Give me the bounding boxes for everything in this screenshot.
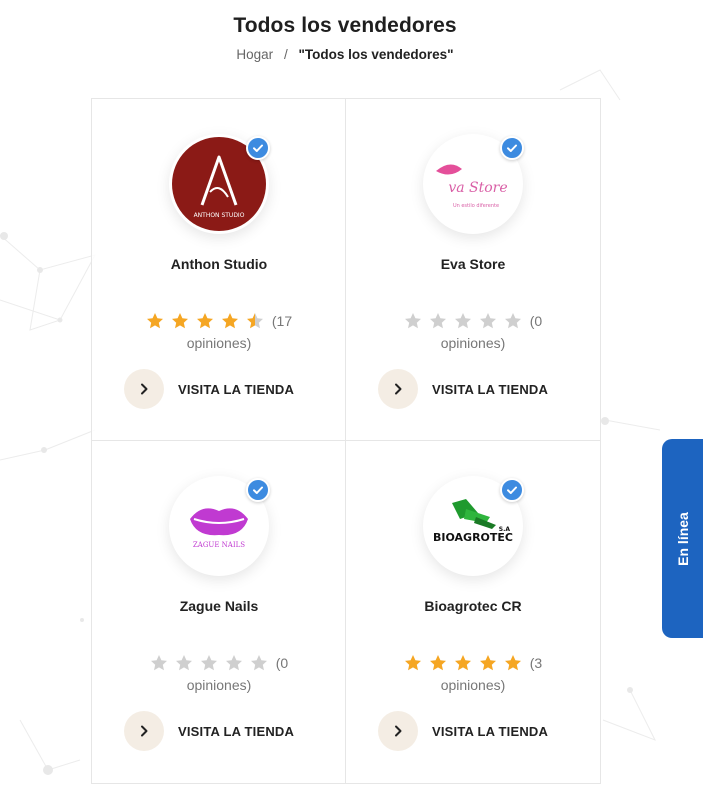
vendor-grid: ANTHON STUDIO Anthon Studio (17 opinione… xyxy=(91,98,601,784)
star-empty-icon xyxy=(150,655,167,671)
star-filled-icon xyxy=(171,313,188,329)
svg-text:ANTHON STUDIO: ANTHON STUDIO xyxy=(194,212,245,219)
star-filled-icon xyxy=(404,655,421,671)
star-filled-icon xyxy=(221,313,238,329)
chevron-right-icon xyxy=(124,711,164,751)
breadcrumb-home-link[interactable]: Hogar xyxy=(236,47,273,62)
vendor-name: Eva Store xyxy=(440,256,506,272)
review-count: (0 xyxy=(275,655,289,671)
vendor-rating: (0 xyxy=(346,312,600,330)
visit-store-button[interactable]: VISITA LA TIENDA xyxy=(378,711,548,751)
verified-badge-icon xyxy=(500,136,524,160)
vendor-rating: (17 xyxy=(92,312,346,330)
breadcrumb-separator: / xyxy=(283,47,288,62)
visit-store-label: VISITA LA TIENDA xyxy=(432,381,549,397)
reviews-label: opiniones) xyxy=(186,335,252,351)
breadcrumb: Hogar / "Todos los vendedores" xyxy=(0,47,690,62)
star-empty-icon xyxy=(504,313,521,329)
vendor-name: Zague Nails xyxy=(179,598,259,614)
reviews-label: opiniones) xyxy=(440,677,506,693)
vendor-card: ANTHON STUDIO Anthon Studio (17 opinione… xyxy=(92,99,346,441)
visit-store-button[interactable]: VISITA LA TIENDA xyxy=(124,711,294,751)
chevron-right-icon xyxy=(378,369,418,409)
star-empty-icon xyxy=(429,313,446,329)
vendor-name: Anthon Studio xyxy=(170,256,268,272)
star-empty-icon xyxy=(200,655,217,671)
visit-store-label: VISITA LA TIENDA xyxy=(178,723,295,739)
verified-badge-icon xyxy=(500,478,524,502)
star-empty-icon xyxy=(250,655,267,671)
star-empty-icon xyxy=(454,313,471,329)
svg-text:ZAGUE NAILS: ZAGUE NAILS xyxy=(193,541,245,549)
review-count: (3 xyxy=(529,655,543,671)
star-half-icon xyxy=(246,313,263,329)
star-filled-icon xyxy=(196,313,213,329)
chevron-right-icon xyxy=(124,369,164,409)
visit-store-button[interactable]: VISITA LA TIENDA xyxy=(124,369,294,409)
star-empty-icon xyxy=(175,655,192,671)
star-filled-icon xyxy=(429,655,446,671)
vendor-card: S.A BIOAGROTEC Bioagrotec CR (3 opinione… xyxy=(346,441,600,783)
visit-store-label: VISITA LA TIENDA xyxy=(432,723,549,739)
visit-store-button[interactable]: VISITA LA TIENDA xyxy=(378,369,548,409)
star-filled-icon xyxy=(504,655,521,671)
chevron-right-icon xyxy=(378,711,418,751)
vendor-name: Bioagrotec CR xyxy=(424,598,522,614)
star-empty-icon xyxy=(225,655,242,671)
review-count: (0 xyxy=(529,313,543,329)
online-chat-tab[interactable]: En línea xyxy=(662,439,703,638)
star-filled-icon xyxy=(454,655,471,671)
star-empty-icon xyxy=(479,313,496,329)
verified-badge-icon xyxy=(246,478,270,502)
star-filled-icon xyxy=(146,313,163,329)
reviews-label: opiniones) xyxy=(186,677,252,693)
vendor-rating: (0 xyxy=(92,654,346,672)
star-empty-icon xyxy=(404,313,421,329)
svg-text:Un estilo diferente: Un estilo diferente xyxy=(453,203,499,209)
visit-store-label: VISITA LA TIENDA xyxy=(178,381,295,397)
reviews-label: opiniones) xyxy=(440,335,506,351)
verified-badge-icon xyxy=(246,136,270,160)
vendor-card: ZAGUE NAILS Zague Nails (0 opiniones) VI… xyxy=(92,441,346,783)
star-filled-icon xyxy=(479,655,496,671)
svg-text:va Store: va Store xyxy=(448,180,507,196)
review-count: (17 xyxy=(271,313,293,329)
vendor-rating: (3 xyxy=(346,654,600,672)
breadcrumb-current: "Todos los vendedores" xyxy=(298,47,454,62)
svg-text:BIOAGROTEC: BIOAGROTEC xyxy=(433,531,513,544)
star-rating xyxy=(146,312,264,330)
vendor-card: va Store Un estilo diferente Eva Store (… xyxy=(346,99,600,441)
star-rating xyxy=(404,312,522,330)
star-rating xyxy=(404,654,522,672)
star-rating xyxy=(150,654,268,672)
online-tab-label: En línea xyxy=(674,511,691,566)
page-title: Todos los vendedores xyxy=(233,14,457,37)
